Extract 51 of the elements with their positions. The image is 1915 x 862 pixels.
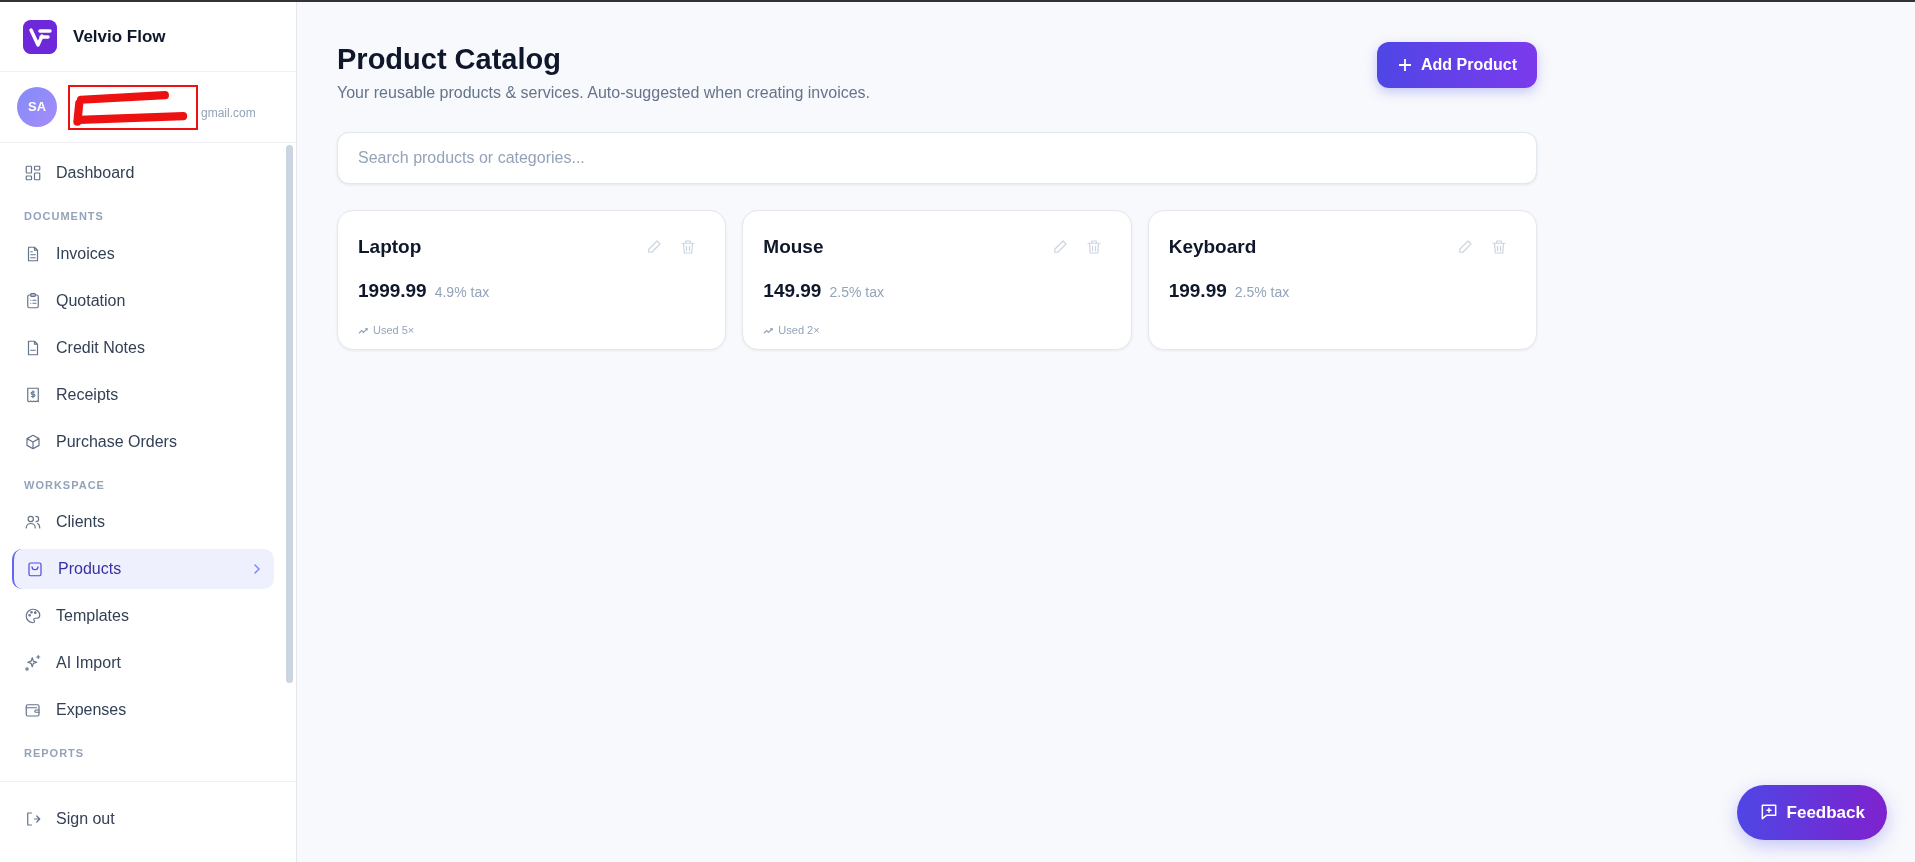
sidebar-item[interactable]: Dashboard — [12, 153, 274, 193]
shopping-bag-icon — [26, 560, 44, 578]
plus-icon — [1397, 57, 1413, 73]
brand-name: Velvio Flow — [73, 25, 166, 48]
sidebar-item[interactable]: Clients — [12, 502, 274, 542]
sidebar-item[interactable]: Purchase Orders — [12, 421, 274, 462]
logo-icon — [23, 19, 57, 54]
sidebar-item[interactable]: Expenses — [12, 690, 274, 730]
users-icon — [24, 513, 42, 531]
box-icon — [24, 432, 42, 451]
sidebar-item[interactable]: Credit Notes — [12, 327, 274, 368]
palette-icon — [24, 607, 42, 625]
tax-rate: 2.5% tax — [1234, 283, 1290, 303]
user-avatar: SA — [17, 87, 57, 127]
sidebar-item[interactable]: Templates — [12, 596, 274, 636]
user-email: gmail.com — [201, 105, 256, 122]
sidebar-item[interactable]: Receipts — [12, 374, 274, 415]
page-title: Product Catalog — [337, 42, 562, 77]
product-name: Mouse — [763, 234, 824, 259]
sidebar-item[interactable]: Quotation — [12, 280, 274, 321]
product-name: Laptop — [358, 234, 422, 259]
trash-icon[interactable] — [1490, 238, 1508, 257]
usage-count: Used 2× — [778, 322, 820, 338]
product-price: 1999.99 — [358, 279, 427, 304]
chevron-icon — [252, 564, 262, 574]
sidebar-item[interactable]: Invoices — [12, 233, 274, 274]
sign-out-icon — [24, 810, 42, 828]
section-heading: WORKSPACE — [23, 477, 106, 493]
clipboard-icon — [24, 291, 42, 310]
tax-rate: 2.5% tax — [829, 283, 884, 303]
tax-rate: 4.9% tax — [434, 283, 490, 303]
sidebar-item[interactable]: AI Import — [12, 643, 274, 683]
feedback-button[interactable]: Feedback — [1736, 784, 1887, 840]
usage-count: Used 5× — [373, 322, 415, 338]
sign-out-link[interactable]: Sign out — [12, 799, 274, 839]
page-subtitle: Your reusable products & services. Auto-suggested when creating invoices. — [337, 82, 871, 103]
sparkle-icon — [24, 654, 42, 672]
product-name: Keyboard — [1168, 234, 1257, 259]
receipt-icon — [24, 385, 42, 404]
trash-icon[interactable] — [679, 238, 698, 257]
trash-icon[interactable] — [1084, 238, 1103, 257]
search-field[interactable]: Search products or categories... — [337, 131, 1537, 184]
sidebar-item[interactable]: Products — [12, 549, 274, 589]
scrollbar[interactable] — [286, 145, 293, 683]
section-heading: DOCUMENTS — [23, 209, 105, 224]
wallet-icon — [24, 701, 42, 719]
product-price: 199.99 — [1168, 279, 1227, 304]
add-product-button[interactable]: Add Product — [1377, 42, 1537, 88]
product-price: 149.99 — [763, 279, 822, 304]
section-heading: REPORTS — [23, 746, 86, 761]
grid-icon — [24, 164, 42, 182]
